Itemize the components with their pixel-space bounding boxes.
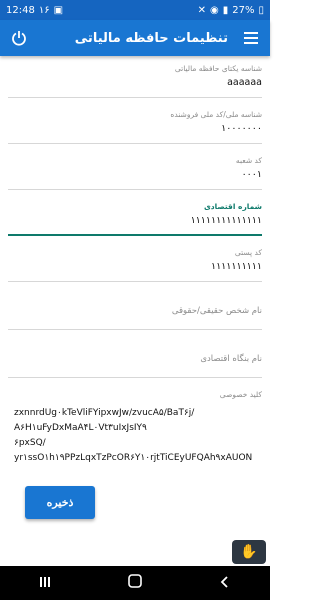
private-key-line: A۶H۱uFyDxMaA۴L۰Vt۳uIxJsIY۹ [14,423,147,433]
economic-number-value: ۱۱۱۱۱۱۱۱۱۱۱۱۱۱ [190,215,262,226]
national-id-field[interactable]: شناسه ملی/کد ملی فروشنده ۱۰۰۰۰۰۰۰ [8,110,262,144]
home-icon [128,574,142,588]
back-button[interactable] [218,574,232,593]
postal-code-label: کد پستی [234,248,262,257]
notification-count: ۱۶ [38,4,50,16]
battery-icon: ▯ [258,4,264,16]
company-name-field[interactable]: نام بنگاه اقتصادی [8,354,262,378]
person-name-placeholder: نام شخص حقیقی/حقوقی [171,306,262,316]
private-key-field[interactable]: zxnnrdUg۰kTeVliFYipxwJw/zvucA۵/BaT۶j/ A۶… [14,406,264,466]
recent-apps-button[interactable] [38,574,52,593]
branch-code-label: کد شعبه [235,156,262,165]
signal-icon: ▮ [222,4,229,16]
recent-apps-icon [39,576,50,587]
page-title: تنظیمات حافظه مالیاتی [74,30,228,46]
floating-app-badge[interactable]: ✋ [232,540,266,564]
home-button[interactable] [127,573,143,593]
national-id-label: شناسه ملی/کد ملی فروشنده [170,110,262,119]
postal-code-field[interactable]: کد پستی ۱۱۱۱۱۱۱۱۱۱ [8,248,262,282]
person-name-field[interactable]: نام شخص حقیقی/حقوقی [8,306,262,330]
national-id-value: ۱۰۰۰۰۰۰۰ [221,123,262,134]
memory-id-field[interactable]: شناسه یکتای حافظه مالیاتی aaaaaa [8,64,262,98]
menu-button[interactable] [240,27,262,49]
economic-number-label: شماره اقتصادی [203,202,262,211]
company-name-placeholder: نام بنگاه اقتصادی [200,354,262,364]
private-key-line: zxnnrdUg۰kTeVliFYipxwJw/zvucA۵/BaT۶j/ [14,408,195,418]
app-bar: تنظیمات حافظه مالیاتی [0,20,270,56]
power-button[interactable] [8,27,30,49]
postal-code-value: ۱۱۱۱۱۱۱۱۱۱ [210,261,262,272]
mute-icon: ✕ [197,4,206,16]
notification-icon: ▣ [53,4,64,16]
memory-id-label: شناسه یکتای حافظه مالیاتی [174,64,262,73]
status-bar: 12:48 ۱۶ ▣ ✕ ◉ ▮ 27% ▯ [0,0,270,20]
wifi-icon: ◉ [210,4,219,16]
clock: 12:48 [6,4,35,16]
back-chevron-icon [221,575,228,588]
private-key-label: کلید خصوصی [219,390,262,399]
power-icon [12,31,26,46]
hand-icon: ✋ [240,544,258,560]
battery-level: 27% [232,4,255,16]
navigation-bar [0,566,270,600]
branch-code-field[interactable]: کد شعبه ۰۰۰۱ [8,156,262,190]
private-key-line: ۶pxSQ/ [14,438,46,448]
settings-form: شناسه یکتای حافظه مالیاتی aaaaaa شناسه م… [0,56,270,566]
economic-number-field[interactable]: شماره اقتصادی ۱۱۱۱۱۱۱۱۱۱۱۱۱۱ [8,202,262,236]
private-key-line: yr۱ssO۱h۱۹PPzLqxTzPcOR۶Y۱۰rjtTiCEyUFQAh۹… [14,453,253,463]
branch-code-value: ۰۰۰۱ [241,169,262,180]
memory-id-value: aaaaaa [227,77,262,88]
save-button[interactable]: ذخیره [25,486,95,519]
hamburger-menu-icon [244,32,258,44]
